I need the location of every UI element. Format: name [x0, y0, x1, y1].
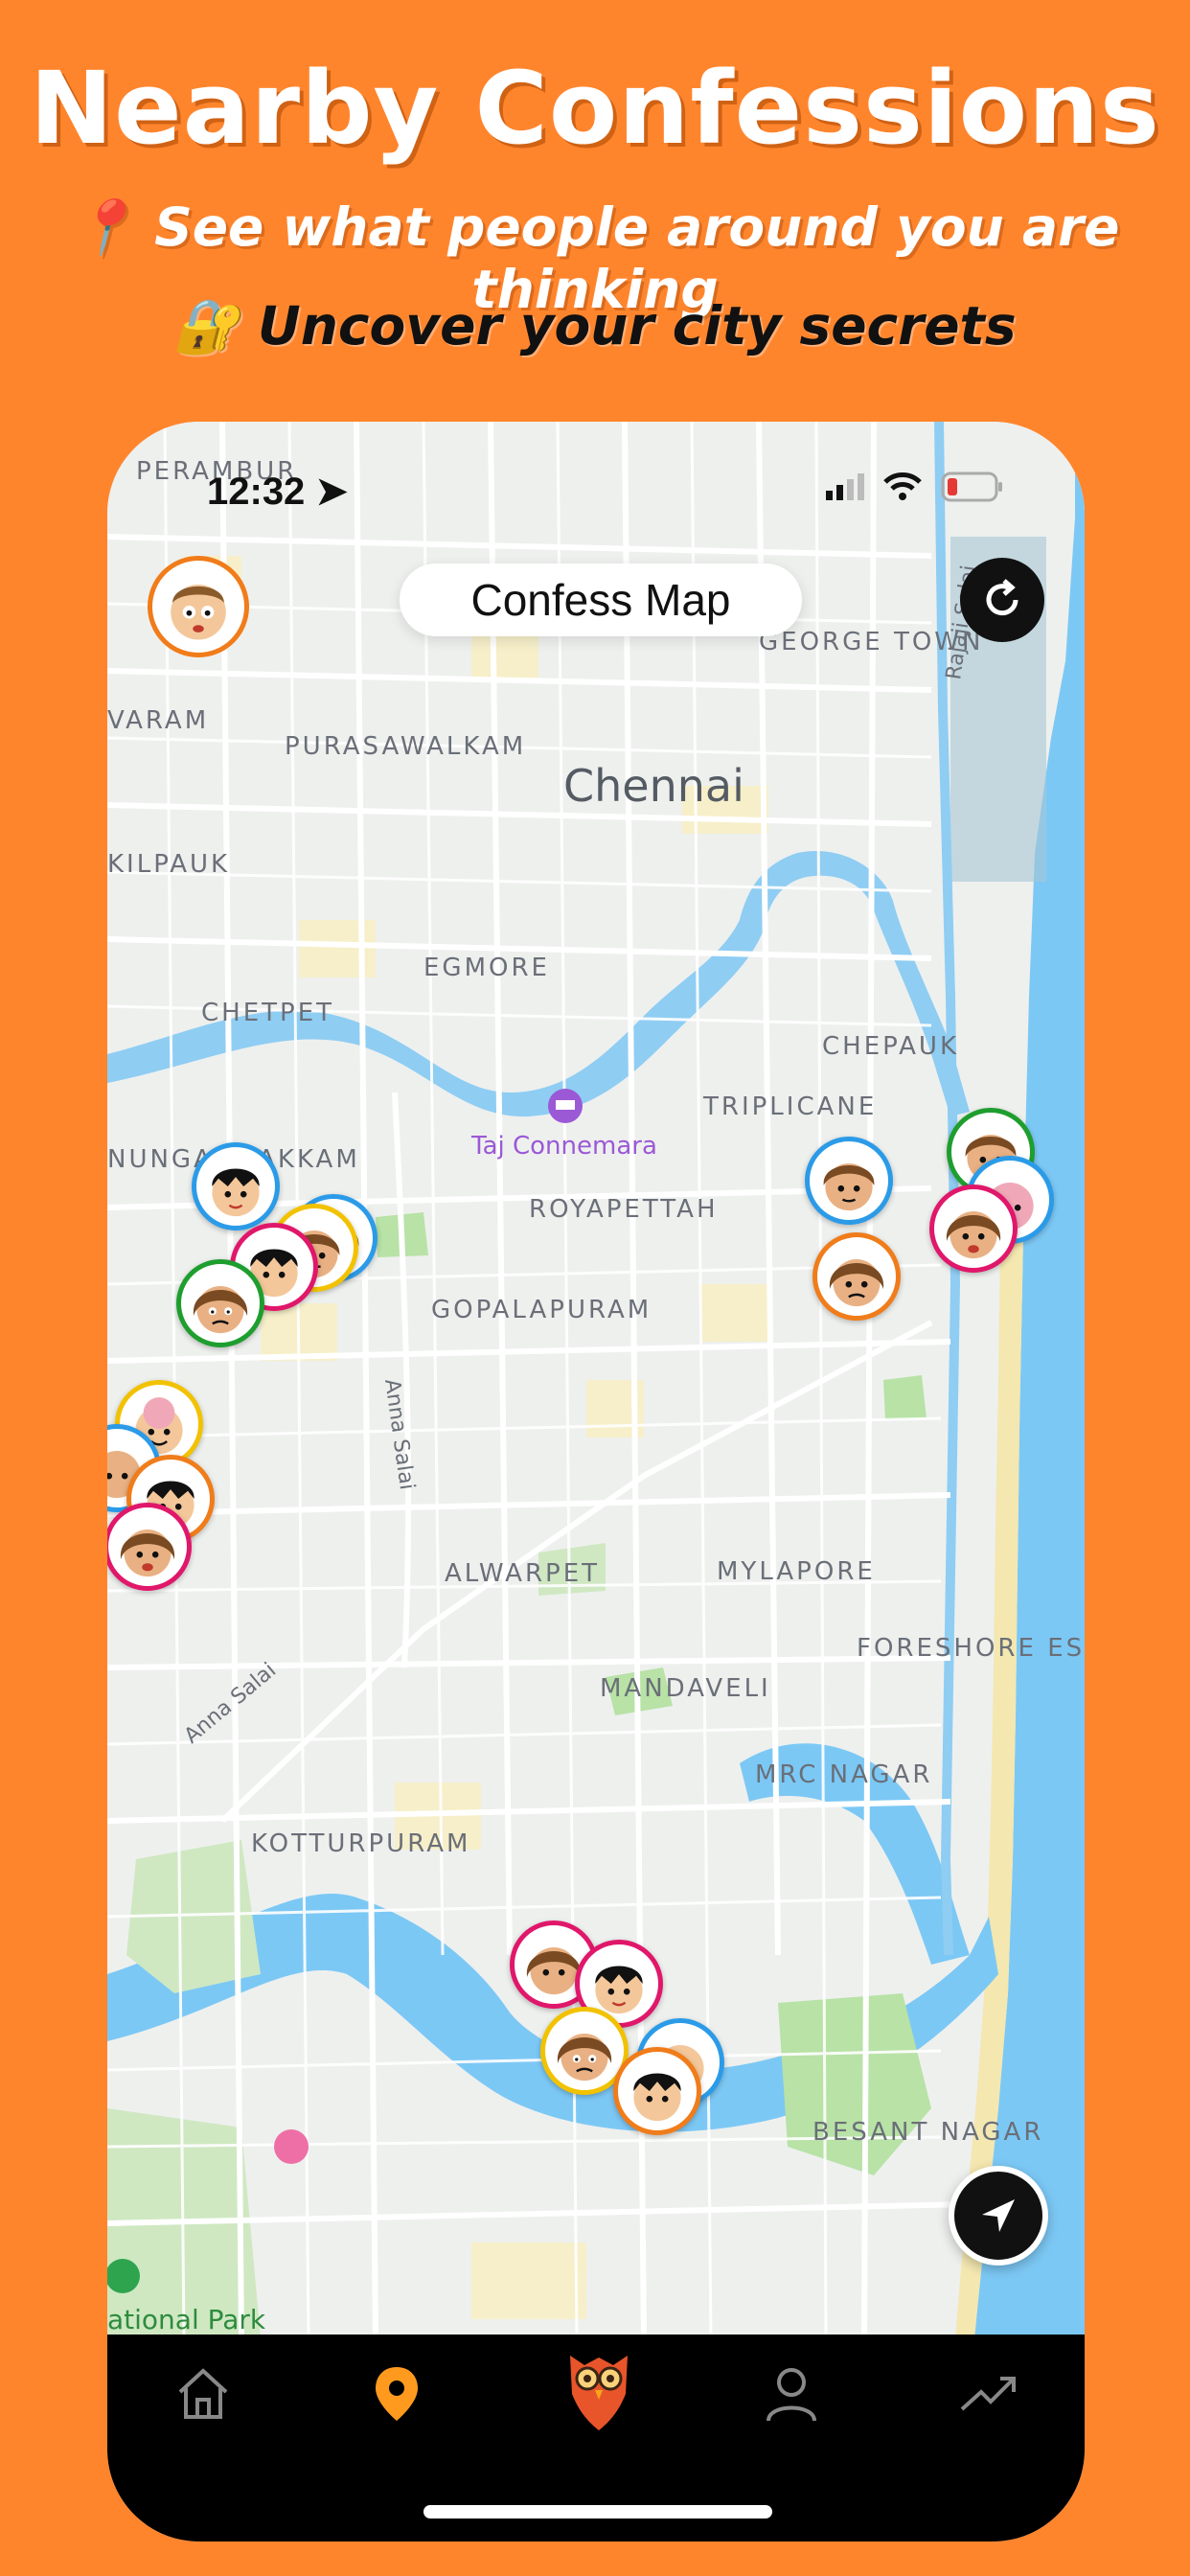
city-label: Chennai [563, 760, 744, 812]
confession-marker[interactable] [192, 1142, 280, 1230]
confession-marker[interactable] [812, 1232, 901, 1321]
confession-marker[interactable] [805, 1137, 893, 1225]
confession-marker[interactable] [176, 1259, 264, 1347]
home-icon [178, 2368, 228, 2419]
home-indicator[interactable] [423, 2505, 772, 2518]
navigation-arrow-icon [982, 2199, 1015, 2232]
confession-marker[interactable] [613, 2047, 701, 2135]
phone-frame: PERAMBUR GEORGE TOWN VARAM PURASAWALKAM … [107, 422, 1085, 2542]
refresh-button[interactable] [960, 558, 1044, 642]
map-pin-icon [376, 2367, 418, 2421]
area-label: MRC NAGAR [755, 1760, 932, 1789]
area-label: VARAM [107, 706, 209, 735]
refresh-icon [986, 579, 1018, 616]
area-label: CHETPET [201, 999, 334, 1027]
map-title-pill: Confess Map [400, 564, 802, 636]
tab-owl[interactable] [556, 2334, 642, 2434]
poi-label[interactable]: Taj Connemara [470, 1132, 657, 1161]
status-icons [826, 472, 1004, 502]
area-label: CHEPAUK [822, 1032, 959, 1061]
area-label: GOPALAPURAM [431, 1296, 652, 1324]
trending-icon [960, 2377, 1016, 2411]
area-label: TRIPLICANE [702, 1092, 877, 1121]
area-label: PURASAWALKAM [285, 732, 526, 761]
user-avatar-button[interactable] [148, 556, 249, 657]
area-label: ROYAPETTAH [529, 1195, 719, 1224]
confession-marker[interactable] [107, 1503, 192, 1591]
tab-profile[interactable] [753, 2356, 830, 2432]
area-label: ALWARPET [445, 1559, 600, 1588]
person-icon [767, 2368, 816, 2422]
area-label: MYLAPORE [717, 1557, 876, 1586]
signal-icon [826, 473, 864, 500]
status-time: 12:32 ➤ [207, 471, 348, 513]
wifi-icon [883, 472, 922, 500]
area-label: BESANT NAGAR [812, 2118, 1043, 2147]
area-label: FORESHORE ESTATE [857, 1634, 1085, 1663]
area-label: EGMORE [423, 954, 550, 982]
tab-bar [107, 2334, 1085, 2542]
tab-home[interactable] [165, 2356, 241, 2432]
promo-title: Nearby Confessions [30, 50, 1160, 167]
area-label: KILPAUK [107, 850, 230, 879]
location-arrow-icon: ➤ [315, 471, 348, 513]
locate-me-button[interactable] [949, 2166, 1048, 2266]
battery-icon [941, 472, 1002, 502]
zoo-icon[interactable] [274, 2129, 309, 2164]
promo-subtitle-2: 🔐 Uncover your city secrets [173, 295, 1017, 356]
confession-marker[interactable] [929, 1184, 1018, 1273]
area-label: KOTTURPURAM [251, 1829, 470, 1858]
poi-label[interactable]: ational Park [107, 2304, 266, 2335]
owl-logo-icon [570, 2356, 628, 2430]
area-label: MANDAVELI [600, 1674, 771, 1703]
tab-map[interactable] [358, 2356, 435, 2432]
tab-trending[interactable] [950, 2356, 1027, 2432]
